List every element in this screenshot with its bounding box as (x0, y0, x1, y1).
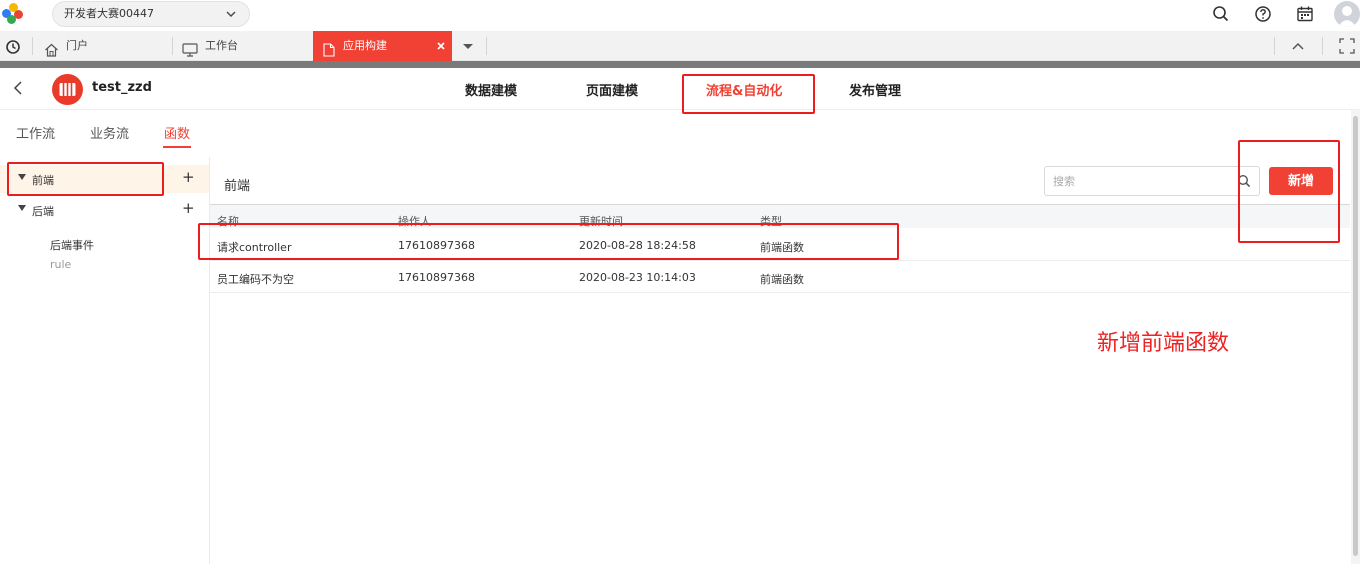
back-icon[interactable] (12, 80, 26, 96)
tree-node-frontend-label: 前端 (32, 174, 54, 187)
collapse-up-icon[interactable] (1290, 39, 1306, 56)
search-icon[interactable] (1237, 174, 1251, 188)
subtab-active-indicator (163, 146, 191, 148)
subtab-workflow[interactable]: 工作流 (16, 123, 55, 142)
app-header: test_zzd 数据建模 页面建模 流程&自动化 发布管理 (0, 68, 1360, 110)
table-header: 名称 操作人 更新时间 类型 (210, 204, 1350, 228)
cell-name[interactable]: 员工编码不为空 (217, 271, 294, 287)
tree-node-backend-label: 后端 (32, 205, 54, 218)
scrollbar[interactable] (1351, 110, 1360, 564)
nav-data-modeling[interactable]: 数据建模 (465, 80, 517, 99)
tab-overflow-icon[interactable] (461, 31, 475, 64)
tab-app-build-label: 应用构建 (343, 39, 387, 52)
cell-operator: 17610897368 (398, 239, 475, 252)
tree-node-frontend[interactable]: 前端 + (0, 165, 209, 193)
subtab-functions[interactable]: 函数 (164, 123, 190, 142)
cell-type: 前端函数 (760, 273, 804, 286)
app-frame-strip (0, 61, 1360, 68)
add-icon[interactable]: + (182, 168, 195, 186)
caret-down-icon[interactable] (18, 205, 26, 211)
tab-app-build[interactable]: 应用构建 (313, 31, 452, 61)
tab-portal-label: 门户 (66, 39, 88, 52)
main-panel: 前端 新增 名称 操作人 更新时间 类型 请求controller 176108… (210, 157, 1350, 564)
add-icon[interactable]: + (182, 199, 195, 217)
cell-updated: 2020-08-28 18:24:58 (579, 239, 696, 252)
column-header[interactable]: 操作人 (398, 213, 431, 229)
app-logo-icon[interactable] (2, 3, 24, 25)
tree-node-backend[interactable]: 后端 + (0, 196, 209, 224)
nav-process-automation[interactable]: 流程&自动化 (706, 80, 782, 99)
search-icon[interactable] (1211, 4, 1231, 24)
add-button[interactable]: 新增 (1269, 167, 1333, 195)
top-bar: 开发者大赛00447 (0, 0, 1360, 30)
app-name: test_zzd (92, 80, 152, 95)
calendar-icon[interactable] (1295, 4, 1315, 24)
column-header[interactable]: 类型 (760, 213, 782, 229)
history-icon[interactable] (5, 39, 21, 58)
nav-page-modeling[interactable]: 页面建模 (586, 80, 638, 99)
function-tree: 前端 + 后端 + 后端事件 rule (0, 157, 210, 564)
column-header[interactable]: 名称 (217, 213, 239, 229)
tab-strip: 门户 工作台 应用构建 (0, 31, 1360, 61)
search-box[interactable] (1044, 166, 1260, 196)
column-header[interactable]: 更新时间 (579, 213, 623, 229)
tree-leaf-rule[interactable]: rule (50, 258, 71, 271)
scrollbar-thumb[interactable] (1353, 116, 1358, 556)
fullscreen-icon[interactable] (1339, 38, 1355, 57)
user-avatar[interactable] (1334, 1, 1360, 27)
tab-divider (1274, 37, 1275, 55)
tree-leaf-backend-event[interactable]: 后端事件 (50, 237, 94, 253)
tab-workbench-label: 工作台 (205, 39, 238, 52)
tab-portal[interactable]: 门户 (42, 31, 162, 61)
cell-operator: 17610897368 (398, 271, 475, 284)
workspace-select-label: 开发者大赛00447 (64, 7, 154, 20)
workspace-select[interactable]: 开发者大赛00447 (52, 1, 250, 27)
tab-workbench[interactable]: 工作台 (182, 31, 310, 61)
table-row[interactable]: 员工编码不为空 17610897368 2020-08-23 10:14:03 … (210, 262, 1350, 293)
help-icon[interactable] (1253, 4, 1273, 24)
app-icon (52, 74, 83, 105)
tab-divider (486, 37, 487, 55)
cell-type: 前端函数 (760, 241, 804, 254)
tab-divider (172, 37, 173, 55)
caret-down-icon[interactable] (18, 174, 26, 180)
tab-divider (32, 37, 33, 55)
panel-title: 前端 (224, 179, 251, 194)
table-row[interactable]: 请求controller 17610897368 2020-08-28 18:2… (210, 230, 1350, 261)
cell-name[interactable]: 请求controller (217, 239, 291, 255)
subtab-business-flow[interactable]: 业务流 (90, 123, 129, 142)
nav-release-management[interactable]: 发布管理 (849, 80, 901, 99)
tab-divider (1322, 37, 1323, 55)
cell-updated: 2020-08-23 10:14:03 (579, 271, 696, 284)
annotation-text: 新增前端函数 (1097, 331, 1230, 356)
search-input[interactable] (1053, 167, 1223, 195)
